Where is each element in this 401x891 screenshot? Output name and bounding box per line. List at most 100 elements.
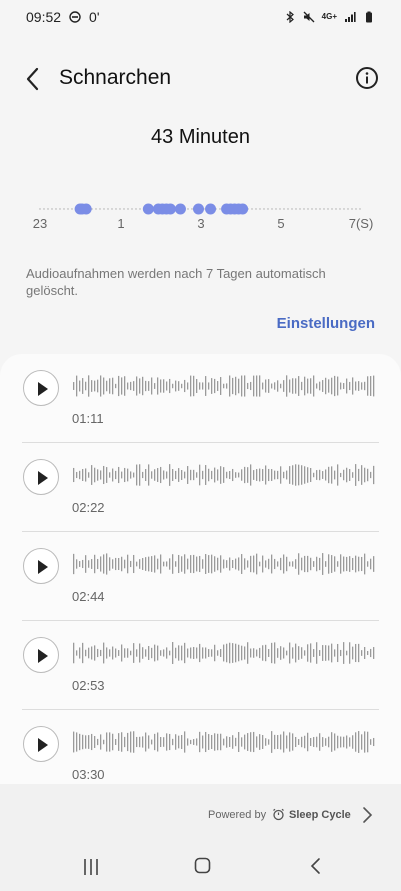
recordings-panel[interactable]: 01:11 02:22 02:44 02:53 03:30 bbox=[0, 354, 401, 784]
waveform-bar bbox=[76, 650, 78, 656]
back-button[interactable] bbox=[22, 66, 46, 92]
waveform-bar bbox=[130, 650, 132, 656]
waveform-bar bbox=[316, 556, 318, 572]
waveform-bar bbox=[88, 735, 90, 749]
waveform-bar bbox=[142, 471, 144, 479]
waveform-bar bbox=[289, 466, 291, 484]
waveform-bar bbox=[265, 379, 267, 393]
waveform-bar bbox=[184, 642, 186, 664]
waveform-bar bbox=[196, 647, 198, 659]
waveform-bar bbox=[295, 643, 297, 663]
chevron-right-icon[interactable] bbox=[361, 806, 373, 824]
waveform-bar bbox=[85, 649, 87, 657]
waveform-bar bbox=[103, 642, 105, 664]
snore-event-dot bbox=[205, 203, 217, 215]
info-button[interactable] bbox=[355, 66, 379, 90]
waveform-bar bbox=[217, 381, 219, 391]
waveform-bar bbox=[301, 647, 303, 659]
waveform-bar bbox=[358, 556, 360, 572]
recent-apps-button[interactable] bbox=[82, 858, 100, 876]
waveform-bar bbox=[358, 381, 360, 391]
waveform-bar bbox=[112, 559, 114, 569]
waveform-bar bbox=[292, 378, 294, 394]
waveform-bar bbox=[178, 645, 180, 661]
waveform-bar bbox=[298, 553, 300, 575]
waveform-bar bbox=[91, 733, 93, 751]
play-button[interactable] bbox=[23, 637, 59, 673]
waveform-bar bbox=[130, 471, 132, 479]
waveform-bar bbox=[373, 647, 375, 659]
waveform-bar bbox=[214, 378, 216, 394]
waveform-bar bbox=[169, 464, 171, 486]
waveform-bar bbox=[232, 560, 234, 568]
waveform-bar bbox=[157, 732, 159, 752]
waveform-bar bbox=[199, 731, 201, 753]
play-button[interactable] bbox=[23, 548, 59, 584]
waveform-bar bbox=[199, 643, 201, 663]
waveform-bar bbox=[133, 554, 135, 574]
powered-by-bar[interactable]: Powered by Sleep Cycle bbox=[0, 784, 401, 848]
waveform-bar bbox=[73, 382, 75, 390]
waveform-bar bbox=[265, 560, 267, 568]
play-button[interactable] bbox=[23, 726, 59, 762]
waveform-bar bbox=[346, 735, 348, 749]
waveform-bar bbox=[328, 645, 330, 661]
play-button[interactable] bbox=[23, 370, 59, 406]
axis-dot bbox=[275, 208, 277, 210]
waveform-bar bbox=[145, 649, 147, 657]
waveform-bar bbox=[130, 731, 132, 753]
axis-dot bbox=[259, 208, 261, 210]
waveform-bar bbox=[316, 736, 318, 748]
waveform-bar bbox=[154, 383, 156, 389]
waveform-bar bbox=[157, 377, 159, 395]
waveform-bar bbox=[274, 734, 276, 750]
waveform-bar bbox=[262, 735, 264, 749]
settings-link[interactable]: Einstellungen bbox=[277, 315, 375, 332]
waveform-bar bbox=[328, 379, 330, 393]
waveform-bar bbox=[205, 465, 207, 485]
waveform-bar bbox=[184, 379, 186, 393]
waveform-bar bbox=[226, 643, 228, 663]
waveform-bar bbox=[325, 469, 327, 481]
waveform-bar bbox=[166, 733, 168, 751]
battery-icon bbox=[366, 11, 372, 23]
waveform-bar bbox=[145, 380, 147, 392]
waveform-bar bbox=[238, 557, 240, 571]
home-button[interactable] bbox=[194, 857, 211, 874]
waveform-bar bbox=[250, 464, 252, 486]
waveform-bar bbox=[106, 380, 108, 392]
waveform-bar bbox=[268, 649, 270, 657]
waveform-bar bbox=[283, 380, 285, 392]
waveform-bar bbox=[268, 739, 270, 745]
waveform-bar bbox=[241, 645, 243, 661]
waveform-bar bbox=[85, 555, 87, 573]
waveform-bar bbox=[133, 731, 135, 753]
waveform-bar bbox=[250, 732, 252, 752]
waveform-bar bbox=[259, 647, 261, 659]
waveform-bar bbox=[259, 734, 261, 750]
axis-dot bbox=[63, 208, 65, 210]
system-back-button[interactable] bbox=[309, 857, 321, 875]
4g-icon: 4G+ bbox=[321, 12, 337, 21]
waveform-bar bbox=[325, 377, 327, 395]
waveform-bar bbox=[127, 554, 129, 574]
waveform-bar bbox=[223, 738, 225, 746]
waveform bbox=[73, 375, 375, 397]
waveform-bar bbox=[271, 383, 273, 389]
info-icon bbox=[356, 67, 378, 89]
play-button[interactable] bbox=[23, 459, 59, 495]
waveform-bar bbox=[175, 647, 177, 659]
waveform-bar bbox=[106, 647, 108, 659]
axis-dot bbox=[307, 208, 309, 210]
axis-dot bbox=[303, 208, 305, 210]
waveform-bar bbox=[181, 383, 183, 389]
waveform-bar bbox=[340, 649, 342, 657]
waveform-bar bbox=[307, 378, 309, 394]
waveform-bar bbox=[364, 381, 366, 391]
waveform-bar bbox=[313, 737, 315, 747]
waveform-bar bbox=[151, 556, 153, 572]
waveform-bar bbox=[97, 379, 99, 393]
axis-dot bbox=[359, 208, 361, 210]
waveform-bar bbox=[220, 733, 222, 751]
axis-dot bbox=[263, 208, 265, 210]
